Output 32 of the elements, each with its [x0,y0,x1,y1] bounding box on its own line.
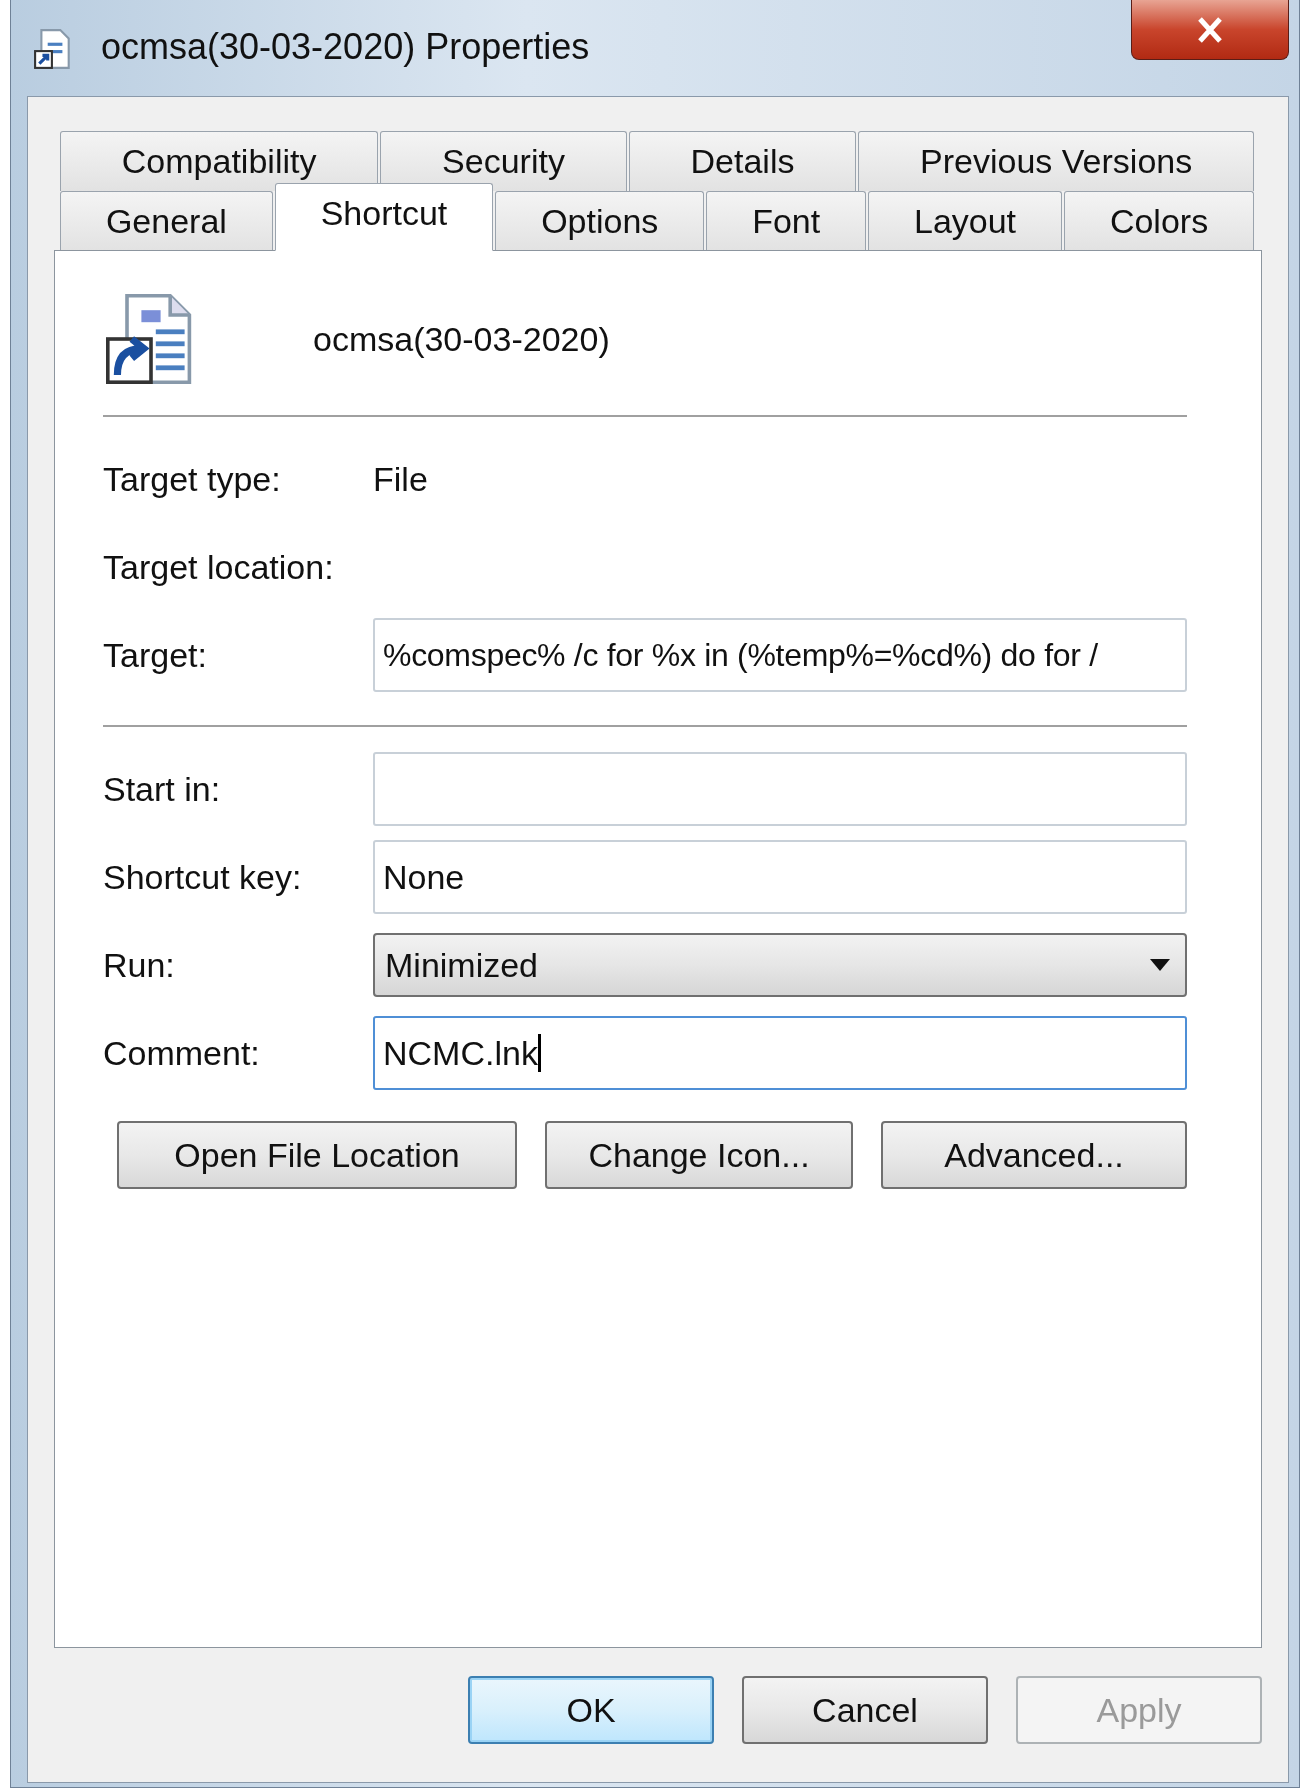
field-label: Comment: [103,1033,261,1073]
target-field[interactable]: %comspec% /c for %x in (%temp%=%cd%) do for / [373,618,1187,692]
field-label: Start in: [103,769,222,809]
field-label: Target type: [103,459,282,499]
action-button[interactable]: Open File Location [117,1121,517,1189]
run-dropdown[interactable]: Minimized [373,933,1187,997]
dialog-button[interactable]: OK [468,1676,714,1744]
dialog-button[interactable]: Cancel [742,1676,988,1744]
field-label: Shortcut key: [103,857,303,897]
action-button[interactable]: Advanced... [881,1121,1187,1189]
field-value: File [373,459,428,499]
dropdown-arrow-icon [1149,959,1171,971]
tab[interactable]: Font [706,191,867,251]
close-button[interactable] [1131,0,1289,60]
tab[interactable]: Colors [1064,191,1255,251]
input-field[interactable]: None [373,840,1187,914]
input-field[interactable]: NCMC.lnk [373,1016,1187,1090]
tab[interactable]: Details [628,131,857,191]
tab[interactable]: Shortcut [274,183,494,251]
file-name: ocmsa(30-03-2020) [313,319,610,359]
tab[interactable]: Security [380,131,627,191]
action-button[interactable]: Change Icon... [545,1121,853,1189]
input-field[interactable] [373,752,1187,826]
tab[interactable]: Options [495,191,705,251]
tab[interactable]: Previous Versions [858,131,1255,191]
tab[interactable]: Compatibility [60,131,379,191]
window-title: ocmsa(30-03-2020) Properties [101,26,590,68]
tab[interactable]: Layout [868,191,1062,251]
field-label: Target: [103,635,208,675]
field-label: Run: [103,945,176,985]
tab[interactable]: General [60,191,273,251]
field-label: Target location: [103,547,335,587]
